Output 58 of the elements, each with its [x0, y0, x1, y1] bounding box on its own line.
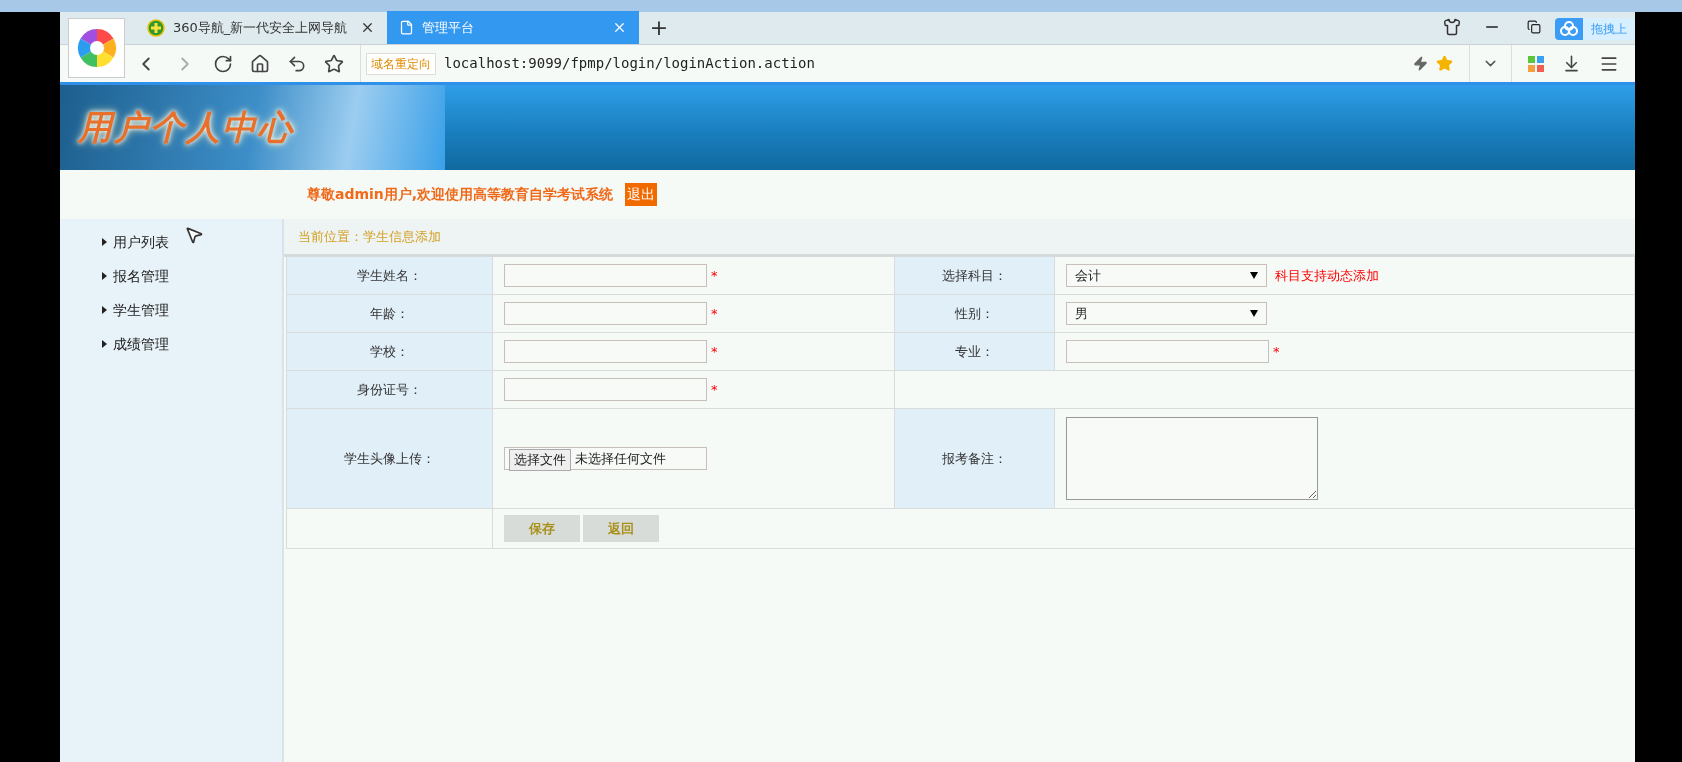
field-label: 学校：: [370, 342, 409, 361]
mouse-pointer-icon: [184, 225, 204, 245]
text-field[interactable]: [504, 302, 707, 325]
file-field[interactable]: 选择文件 未选择任何文件: [504, 447, 707, 470]
select-field[interactable]: 会计: [1066, 264, 1267, 287]
choose-file-button[interactable]: 选择文件: [509, 448, 571, 471]
home-icon[interactable]: [250, 53, 270, 74]
sidebar-item[interactable]: 用户列表: [102, 225, 169, 259]
browser-logo-icon[interactable]: [75, 27, 118, 69]
cloud-icon: [1559, 21, 1579, 37]
dropdown-arrow-icon: [1250, 310, 1258, 317]
field-hint: 科目支持动态添加: [1275, 266, 1379, 285]
bullet-icon: [102, 340, 107, 348]
welcome-text: 尊敬admin用户,欢迎使用高等教育自学考试系统: [307, 185, 614, 204]
favorite-star-icon[interactable]: [1436, 55, 1453, 72]
breadcrumb: 当前位置：学生信息添加: [298, 227, 441, 246]
required-mark: *: [711, 305, 718, 323]
field-label: 学生姓名：: [357, 266, 422, 285]
sidebar-item[interactable]: 成绩管理: [102, 327, 169, 361]
restore-icon[interactable]: [1527, 20, 1541, 34]
field-label: 学生头像上传：: [344, 449, 435, 468]
undo-icon[interactable]: [287, 53, 307, 74]
required-mark: *: [711, 267, 718, 285]
sidebar-item[interactable]: 报名管理: [102, 259, 169, 293]
new-tab-button[interactable]: +: [639, 11, 679, 44]
required-mark: *: [711, 381, 718, 399]
text-field[interactable]: [504, 378, 707, 401]
skin-icon[interactable]: [1443, 18, 1461, 36]
lightning-icon[interactable]: [1413, 56, 1428, 71]
field-label: 年龄：: [370, 304, 409, 323]
field-label: 报考备注：: [942, 449, 1007, 468]
remarks-field[interactable]: [1066, 417, 1318, 500]
close-tab-icon[interactable]: [360, 20, 375, 35]
bullet-icon: [102, 238, 107, 246]
reload-icon[interactable]: [213, 53, 233, 74]
required-mark: *: [711, 343, 718, 361]
text-field[interactable]: [504, 264, 707, 287]
field-label: 性别：: [955, 304, 994, 323]
file-status: 未选择任何文件: [575, 449, 666, 468]
text-field[interactable]: [504, 340, 707, 363]
bullet-icon: [102, 306, 107, 314]
bookmark-icon[interactable]: [324, 53, 344, 74]
url-field[interactable]: localhost:9099/fpmp/login/loginAction.action: [444, 53, 815, 74]
download-icon[interactable]: [1562, 54, 1581, 73]
required-mark: *: [1273, 343, 1280, 361]
field-label: 身份证号：: [357, 380, 422, 399]
site-icon: [147, 18, 165, 37]
text-field[interactable]: [1066, 340, 1269, 363]
page-icon: [399, 20, 414, 35]
browser-tab[interactable]: 360导航_新一代安全上网导航: [135, 11, 387, 44]
site-logo-text: 用户个人中心: [78, 106, 294, 149]
sidebar-item[interactable]: 学生管理: [102, 293, 169, 327]
select-field[interactable]: 男: [1066, 302, 1267, 325]
field-label: 专业：: [955, 342, 994, 361]
field-label: 选择科目：: [942, 266, 1007, 285]
bullet-icon: [102, 272, 107, 280]
dropdown-arrow-icon: [1250, 272, 1258, 279]
apps-grid-icon[interactable]: [1528, 55, 1544, 72]
